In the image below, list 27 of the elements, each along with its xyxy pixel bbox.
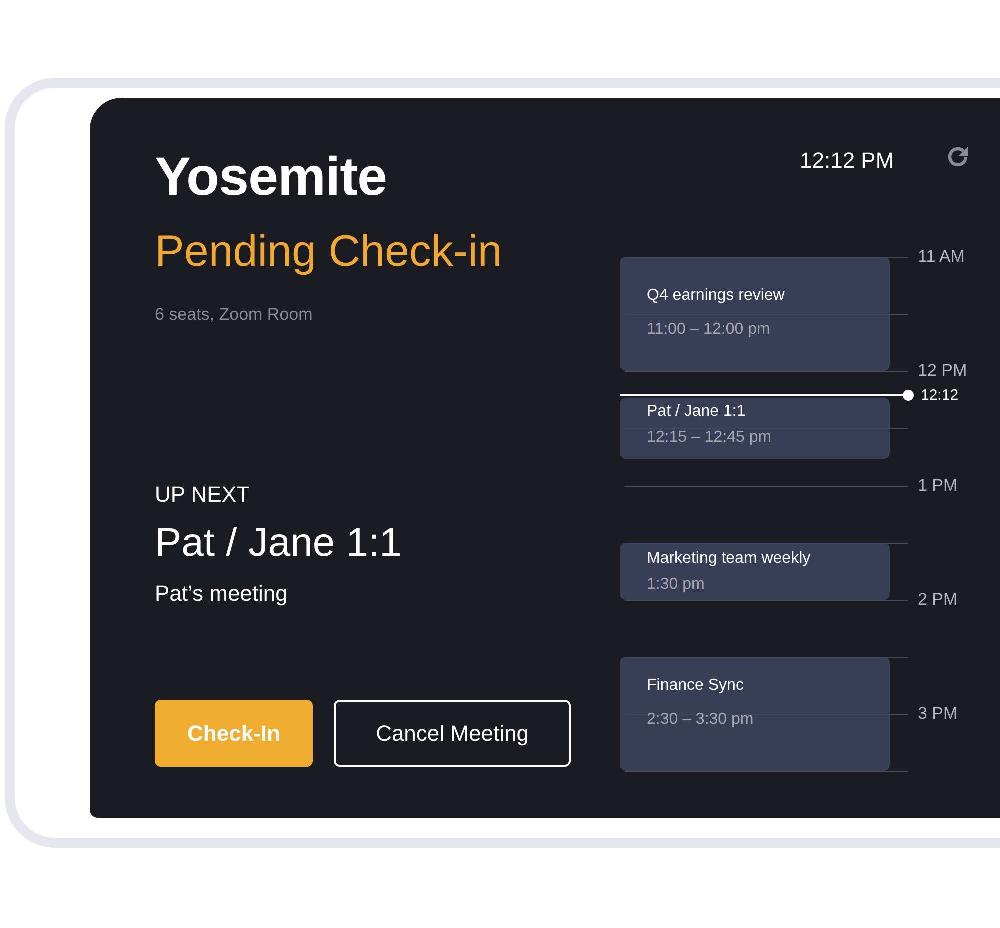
hour-label: 1 PM: [918, 476, 958, 494]
hour-label: 2 PM: [918, 590, 958, 608]
event-time: 11:00 – 12:00 pm: [647, 320, 772, 340]
event-title: Q4 earnings review: [647, 286, 786, 306]
calendar-event[interactable]: Finance Sync 2:30 – 3:30 pm: [620, 657, 890, 772]
event-title: Pat / Jane 1:1: [647, 402, 747, 422]
current-time-dot: [903, 390, 914, 401]
meeting-title: Pat / Jane 1:1: [155, 520, 403, 564]
event-time: 1:30 pm: [647, 574, 706, 595]
room-details: 6 seats, Zoom Room: [155, 304, 314, 326]
up-next-label: UP NEXT: [155, 480, 251, 508]
event-time: 2:30 – 3:30 pm: [647, 710, 755, 730]
meeting-organizer: Pat’s meeting: [155, 580, 289, 608]
clock: 12:12 PM: [800, 147, 894, 175]
current-time-label: 12:12: [921, 388, 959, 404]
event-title: Marketing team weekly: [647, 548, 812, 569]
calendar-event[interactable]: Pat / Jane 1:1 12:15 – 12:45 pm: [620, 398, 890, 460]
hour-label: 3 PM: [918, 705, 958, 722]
hour-label: 12 PM: [918, 362, 968, 380]
event-time: 12:15 – 12:45 pm: [647, 428, 773, 448]
calendar-event[interactable]: Q4 earnings review 11:00 – 12:00 pm: [620, 257, 890, 372]
room-status: Pending Check-in: [155, 230, 504, 274]
event-title: Finance Sync: [647, 676, 745, 696]
calendar-event[interactable]: Marketing team weekly 1:30 pm: [620, 542, 890, 600]
room-name: Yosemite: [155, 150, 388, 204]
cancel-meeting-button[interactable]: Cancel Meeting: [334, 700, 571, 766]
hour-label: 11 AM: [918, 248, 965, 265]
